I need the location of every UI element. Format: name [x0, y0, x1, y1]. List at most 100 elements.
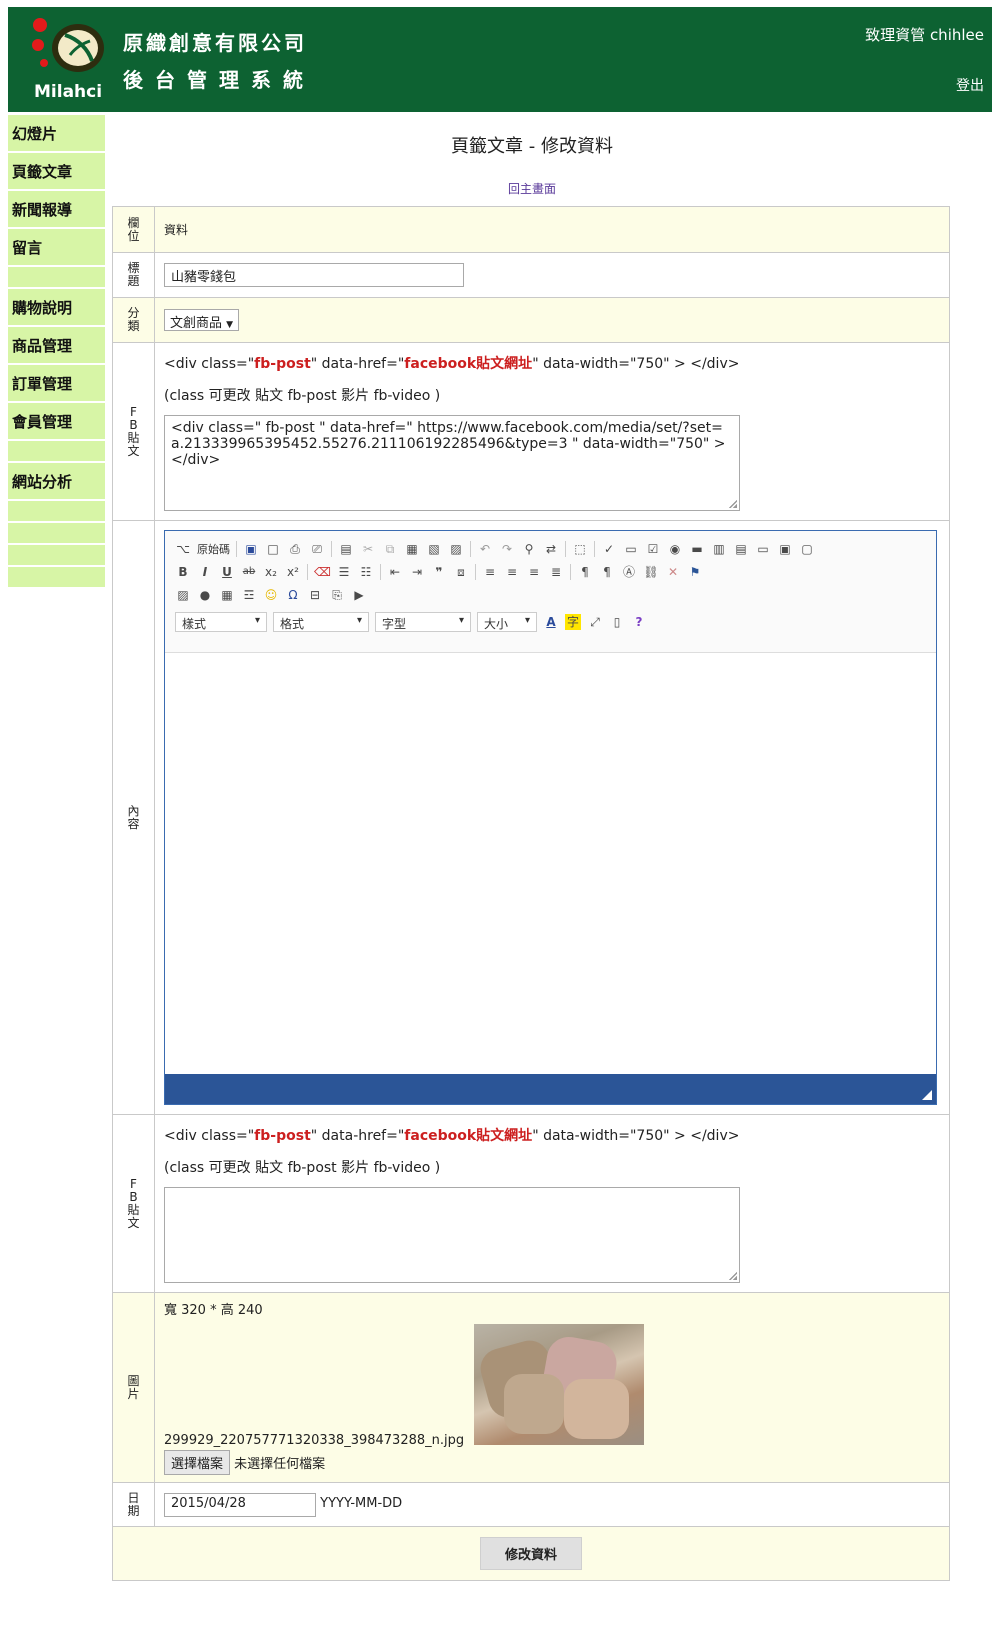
font-combo[interactable]: 字型 — [375, 611, 471, 632]
title-input[interactable]: 山豬零錢包 — [164, 263, 464, 287]
size-combo[interactable]: 大小 — [477, 611, 537, 632]
subscript-icon[interactable]: x₂ — [263, 564, 279, 580]
submit-button[interactable]: 修改資料 — [479, 1537, 582, 1570]
maximize-icon[interactable]: ⤢ — [587, 614, 603, 630]
resize-grip-icon[interactable] — [729, 499, 737, 508]
fb-hint-url: facebook貼文網址 — [404, 355, 533, 372]
select-all-icon[interactable]: ⬚ — [572, 541, 588, 557]
logout-link[interactable]: 登出 — [956, 75, 984, 95]
blockquote-icon[interactable]: ❞ — [431, 564, 447, 580]
new-page-icon[interactable]: □ — [265, 541, 281, 557]
strike-icon[interactable]: ab — [241, 564, 257, 580]
cut-icon[interactable]: ✂ — [360, 541, 376, 557]
align-center-icon[interactable]: ≡ — [504, 564, 520, 580]
back-to-main-link[interactable]: 回主畫面 — [114, 180, 950, 197]
unlink-icon[interactable]: ✕ — [665, 564, 681, 580]
remove-format-icon[interactable]: ⌫ — [314, 564, 331, 580]
choose-file-button[interactable]: 選擇檔案 — [164, 1450, 231, 1475]
sidebar-item-news[interactable]: 新聞報導 — [8, 191, 105, 229]
checkbox-icon[interactable]: ☑ — [645, 541, 661, 557]
format-combo[interactable]: 格式 — [273, 611, 369, 632]
find-icon[interactable]: ⚲ — [521, 541, 537, 557]
sidebar-spacer — [8, 501, 105, 523]
link-icon[interactable]: ⛓ — [643, 564, 659, 580]
fb-post-textarea[interactable]: <div class=" fb-post " data-href=" https… — [164, 414, 740, 511]
smiley-icon[interactable]: ☺ — [263, 587, 279, 603]
bold-icon[interactable]: B — [175, 564, 191, 580]
templates-icon[interactable]: ▤ — [338, 541, 354, 557]
toolbar-separator — [470, 540, 471, 557]
outdent-icon[interactable]: ⇤ — [387, 564, 403, 580]
form-icon[interactable]: ▭ — [623, 541, 639, 557]
anchor-icon[interactable]: ⚑ — [687, 564, 703, 580]
underline-icon[interactable]: U — [219, 564, 235, 580]
paste-icon[interactable]: ▦ — [404, 541, 420, 557]
sidebar-item-orders[interactable]: 訂單管理 — [8, 365, 105, 403]
sidebar-item-messages[interactable]: 留言 — [8, 229, 105, 267]
sidebar-item-tab-articles[interactable]: 頁籤文章 — [8, 153, 105, 191]
sidebar-item-slideshow[interactable]: 幻燈片 — [8, 115, 105, 153]
bg-color-icon[interactable]: 字 — [565, 613, 581, 630]
radio-icon[interactable]: ◉ — [667, 541, 683, 557]
sidebar-item-products[interactable]: 商品管理 — [8, 327, 105, 365]
horizontal-rule-icon[interactable]: ☲ — [241, 587, 257, 603]
numbered-list-icon[interactable]: ☰ — [336, 564, 352, 580]
language-icon[interactable]: Ⓐ — [621, 564, 637, 580]
paste-word-icon[interactable]: ▨ — [448, 541, 464, 557]
div-icon[interactable]: ⧈ — [453, 564, 469, 580]
preview-icon[interactable]: ⎙ — [287, 541, 303, 557]
ltr-icon[interactable]: ¶ — [577, 564, 593, 580]
paste-text-icon[interactable]: ▧ — [426, 541, 442, 557]
replace-icon[interactable]: ⇄ — [543, 541, 559, 557]
sidebar-item-shopping-info[interactable]: 購物說明 — [8, 289, 105, 327]
table-icon[interactable]: ▦ — [219, 587, 235, 603]
toolbar-separator — [331, 540, 332, 557]
show-blocks-icon[interactable]: ▯ — [609, 614, 625, 630]
fb-post-textarea-2[interactable] — [164, 1186, 740, 1283]
toolbar-row-4: 樣式 格式 字型 大小 A 字 ⤢ ▯ ? — [175, 610, 926, 633]
image-icon[interactable]: ▨ — [175, 587, 191, 603]
toolbar-separator — [307, 563, 308, 580]
image-preview-wrap — [474, 1324, 940, 1449]
flash-icon[interactable]: ● — [197, 587, 213, 603]
image-size-hint: 寬 320 * 高 240 — [164, 1303, 263, 1318]
save-icon[interactable]: ▣ — [243, 541, 259, 557]
resize-grip-icon[interactable] — [729, 1271, 737, 1280]
italic-icon[interactable]: I — [197, 564, 213, 580]
resize-grip-icon[interactable] — [922, 1090, 932, 1100]
justify-icon[interactable]: ≣ — [548, 564, 564, 580]
align-right-icon[interactable]: ≡ — [526, 564, 542, 580]
copy-icon[interactable]: ⧉ — [382, 541, 398, 557]
bulleted-list-icon[interactable]: ☷ — [358, 564, 374, 580]
style-combo[interactable]: 樣式 — [175, 611, 267, 632]
redo-icon[interactable]: ↷ — [499, 541, 515, 557]
spellcheck-icon[interactable]: ✓ — [601, 541, 617, 557]
source-icon[interactable]: ⌥ — [175, 541, 191, 557]
date-input[interactable]: 2015/04/28 — [164, 1492, 316, 1517]
print-icon[interactable]: ⎚ — [309, 541, 325, 557]
button-field-icon[interactable]: ▭ — [755, 541, 771, 557]
hidden-field-icon[interactable]: ▢ — [799, 541, 815, 557]
data-column-header: 資料 — [154, 206, 950, 253]
sidebar-item-analytics[interactable]: 網站分析 — [8, 463, 105, 501]
rtl-icon[interactable]: ¶ — [599, 564, 615, 580]
editor-content-area[interactable] — [165, 654, 936, 1074]
youtube-icon[interactable]: ▶ — [351, 587, 367, 603]
undo-icon[interactable]: ↶ — [477, 541, 493, 557]
sidebar-item-members[interactable]: 會員管理 — [8, 403, 105, 441]
iframe-icon[interactable]: ⎘ — [329, 587, 345, 603]
special-char-icon[interactable]: Ω — [285, 587, 301, 603]
textfield-icon[interactable]: ▬ — [689, 541, 705, 557]
select-field-icon[interactable]: ▤ — [733, 541, 749, 557]
help-icon[interactable]: ? — [631, 614, 647, 630]
sidebar-spacer — [8, 567, 105, 589]
page-break-icon[interactable]: ⊟ — [307, 587, 323, 603]
category-select[interactable]: 文創商品 ▼ — [164, 309, 240, 331]
indent-icon[interactable]: ⇥ — [409, 564, 425, 580]
source-button-label[interactable]: 原始碼 — [197, 541, 230, 557]
textarea-icon[interactable]: ▥ — [711, 541, 727, 557]
text-color-icon[interactable]: A — [543, 614, 559, 630]
align-left-icon[interactable]: ≡ — [482, 564, 498, 580]
image-button-icon[interactable]: ▣ — [777, 541, 793, 557]
superscript-icon[interactable]: x² — [285, 564, 301, 580]
